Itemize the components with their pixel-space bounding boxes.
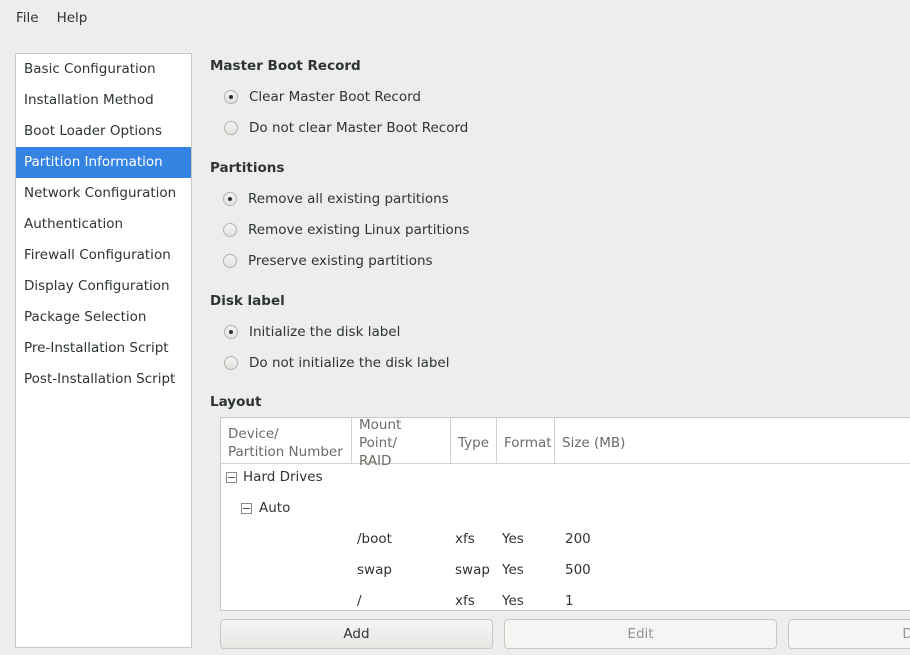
table-header-row[interactable]: Device/ Partition Number Mount Point/ RA… [221,418,910,469]
sidebar-item-post-installation-script[interactable]: Post-Installation Script [16,364,191,395]
mbr-section-title: Master Boot Record [210,58,361,74]
sidebar-item-package-selection[interactable]: Package Selection [16,302,191,333]
partition-information-pane: Master Boot Record Clear Master Boot Rec… [209,53,910,655]
sidebar-item-pre-installation-script[interactable]: Pre-Installation Script [16,333,191,364]
disk-label-section-title: Disk label [210,293,285,309]
cell-size: 500 [565,562,591,578]
sidebar-item-boot-loader-options[interactable]: Boot Loader Options [16,116,191,147]
partitions-section-title: Partitions [210,160,285,176]
table-row[interactable]: Auto [221,493,910,524]
cell-format: Yes [502,531,524,547]
radio-indicator-icon [224,356,238,370]
radio-label: Remove existing Linux partitions [248,222,470,238]
table-row[interactable]: swap swap Yes 500 [221,555,910,586]
add-button[interactable]: Add [220,619,493,649]
cell-type: xfs [455,593,475,609]
table-row[interactable]: / xfs Yes 1 [221,586,910,610]
cell-size: 1 [565,593,574,609]
cell-mount-point: / [357,593,362,609]
cell-format: Yes [502,593,524,609]
column-header-device[interactable]: Device/ Partition Number [221,418,352,463]
column-header-format[interactable]: Format [497,418,555,463]
menu-help[interactable]: Help [48,7,97,29]
table-action-buttons: Add Edit Delete [220,619,910,649]
sidebar-item-authentication[interactable]: Authentication [16,209,191,240]
cell-mount-point: /boot [357,531,392,547]
radio-indicator-icon [223,192,237,206]
radio-remove-existing-linux-partitions[interactable]: Remove existing Linux partitions [223,220,469,240]
cell-format: Yes [502,562,524,578]
radio-indicator-icon [224,90,238,104]
radio-clear-mbr[interactable]: Clear Master Boot Record [224,87,421,107]
delete-button[interactable]: Delete [788,619,910,649]
radio-label: Remove all existing partitions [248,191,449,207]
radio-do-not-clear-mbr[interactable]: Do not clear Master Boot Record [224,118,468,138]
sidebar-item-network-configuration[interactable]: Network Configuration [16,178,191,209]
sidebar-item-firewall-configuration[interactable]: Firewall Configuration [16,240,191,271]
radio-label: Do not initialize the disk label [249,355,450,371]
menu-bar: File Help [0,0,910,36]
sidebar-nav-list[interactable]: Basic Configuration Installation Method … [15,53,192,648]
table-row[interactable]: Hard Drives [221,462,910,493]
radio-label: Initialize the disk label [249,324,401,340]
radio-label: Do not clear Master Boot Record [249,120,469,136]
column-header-mount-point[interactable]: Mount Point/ RAID [352,418,451,469]
minus-icon[interactable] [226,472,237,483]
sidebar-item-partition-information[interactable]: Partition Information [16,147,191,178]
column-header-size[interactable]: Size (MB) [555,418,910,463]
radio-initialize-disk-label[interactable]: Initialize the disk label [224,322,400,342]
cell-device: Hard Drives [243,469,323,485]
table-row[interactable]: /boot xfs Yes 200 [221,524,910,555]
radio-indicator-icon [223,254,237,268]
menu-file[interactable]: File [7,7,48,29]
radio-preserve-existing-partitions[interactable]: Preserve existing partitions [223,251,433,271]
sidebar-item-basic-configuration[interactable]: Basic Configuration [16,54,191,85]
sidebar-item-display-configuration[interactable]: Display Configuration [16,271,191,302]
radio-indicator-icon [224,121,238,135]
cell-type: swap [455,562,490,578]
edit-button[interactable]: Edit [504,619,777,649]
cell-size: 200 [565,531,591,547]
partition-layout-table[interactable]: Hard Drives Auto /boot xfs Yes 200 swap … [220,417,910,611]
radio-label: Preserve existing partitions [248,253,433,269]
cell-mount-point: swap [357,562,392,578]
sidebar-item-installation-method[interactable]: Installation Method [16,85,191,116]
cell-type: xfs [455,531,475,547]
radio-indicator-icon [223,223,237,237]
layout-section-title: Layout [210,394,262,410]
radio-label: Clear Master Boot Record [249,89,421,105]
radio-indicator-icon [224,325,238,339]
radio-do-not-initialize-disk-label[interactable]: Do not initialize the disk label [224,353,449,373]
minus-icon[interactable] [241,503,252,514]
column-header-type[interactable]: Type [451,418,497,463]
cell-device: Auto [259,500,291,516]
radio-remove-all-existing-partitions[interactable]: Remove all existing partitions [223,189,449,209]
